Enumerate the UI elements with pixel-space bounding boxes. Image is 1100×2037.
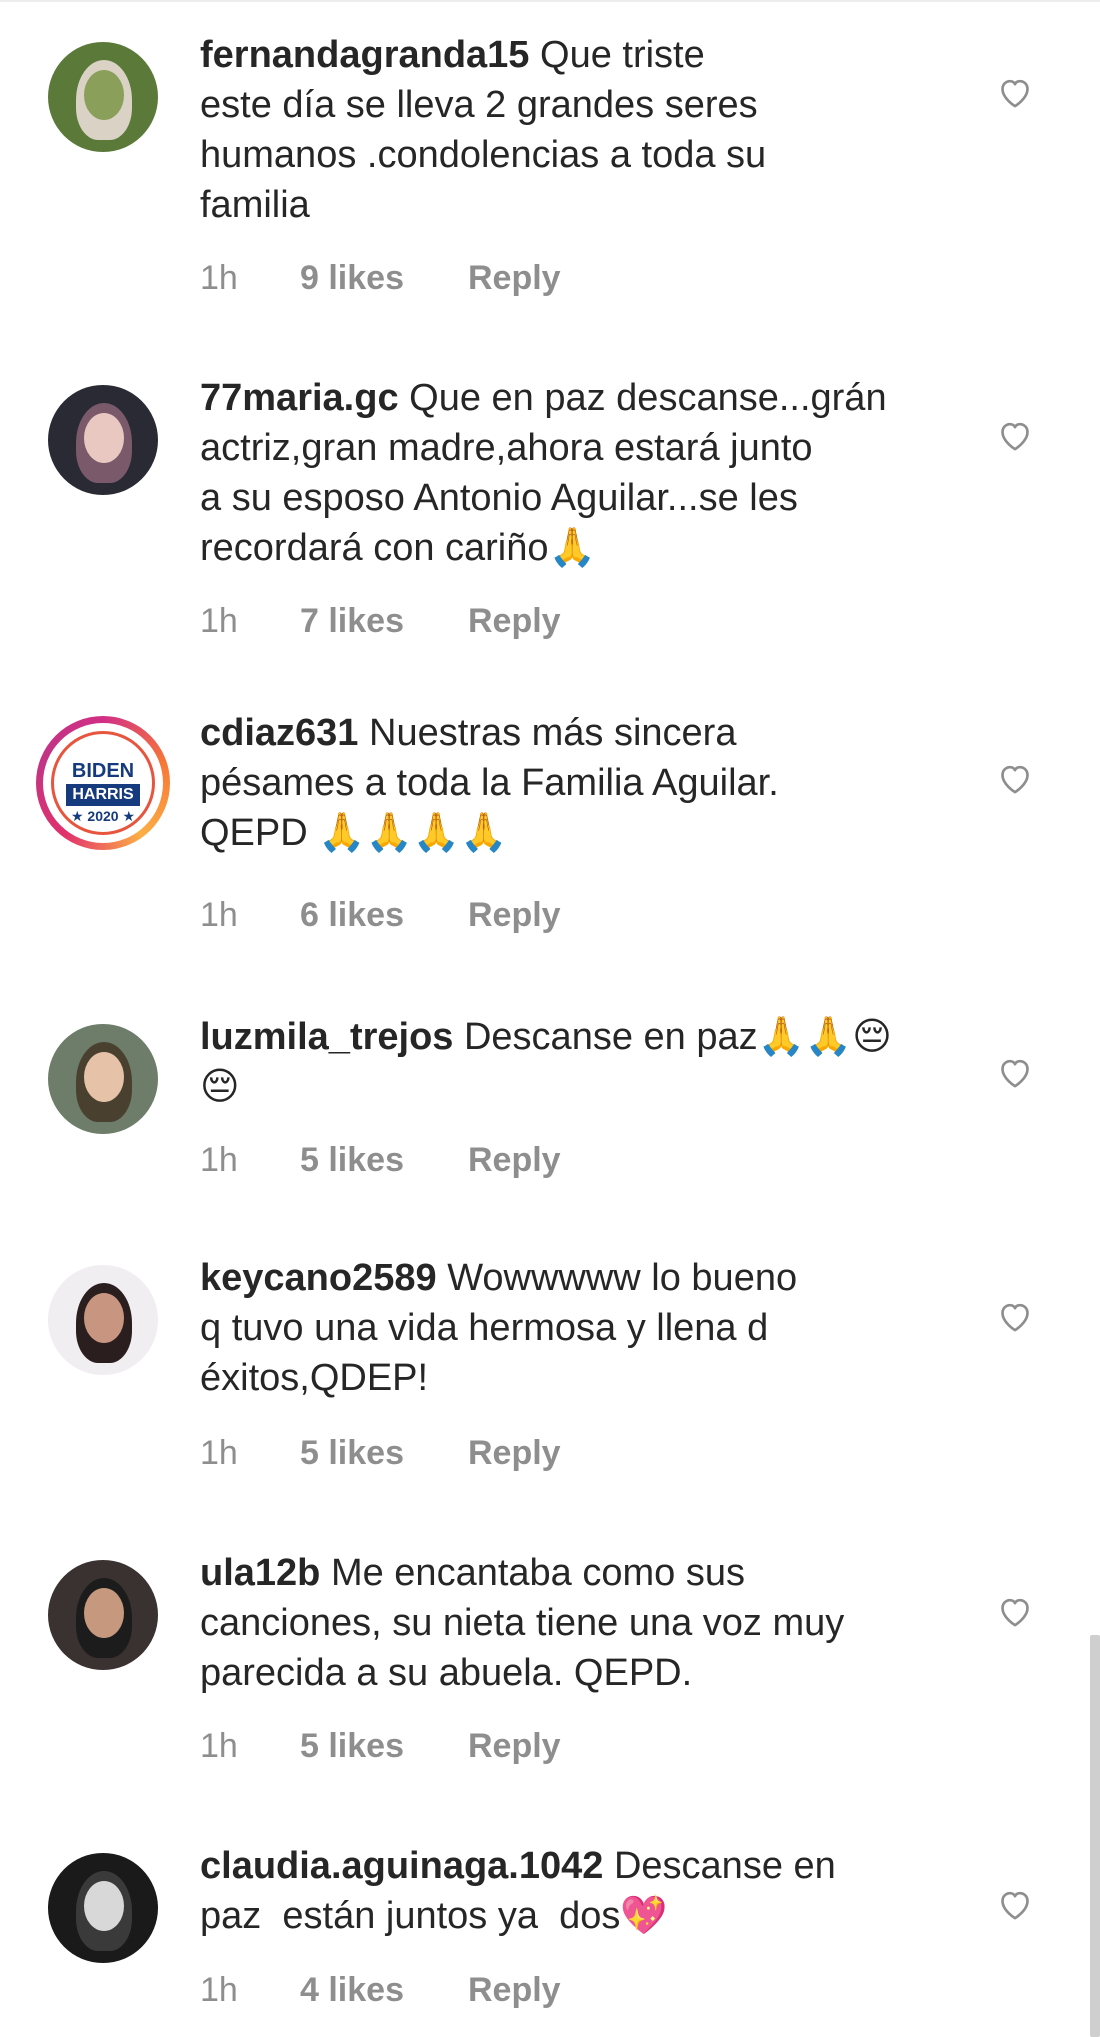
comment-username[interactable]: luzmila_trejos	[200, 1016, 453, 1058]
avatar-face-shape	[84, 70, 124, 120]
likes-count[interactable]: 4 likes	[300, 1971, 468, 2010]
avatar-face-shape	[84, 1052, 124, 1102]
comment-username[interactable]: keycano2589	[200, 1257, 437, 1299]
reply-button[interactable]: Reply	[468, 896, 561, 935]
likes-count[interactable]: 5 likes	[300, 1434, 468, 1473]
heart-outline-icon[interactable]	[995, 1884, 1035, 1924]
likes-count[interactable]: 7 likes	[300, 602, 468, 641]
heart-outline-icon[interactable]	[995, 1296, 1035, 1336]
comment-text: 77maria.gc Que en paz descanse...grán ac…	[200, 373, 960, 573]
scrollbar[interactable]	[1090, 1635, 1100, 2037]
comment-time: 1h	[200, 258, 238, 297]
top-divider	[0, 0, 1100, 2]
comment-username[interactable]: cdiaz631	[200, 712, 358, 754]
comment-meta: 1h 7 likes Reply	[200, 601, 561, 641]
likes-count[interactable]: 6 likes	[300, 896, 468, 935]
avatar[interactable]	[48, 1265, 158, 1375]
reply-button[interactable]: Reply	[468, 1141, 561, 1180]
comment-text: luzmila_trejos Descanse en paz🙏🙏😔 😔	[200, 1012, 960, 1112]
heart-outline-icon[interactable]	[995, 1052, 1035, 1092]
avatar-face-shape	[84, 1293, 124, 1343]
avatar-ring: BIDEN HARRIS ★ 2020 ★	[43, 723, 163, 843]
comment-text: fernandagranda15 Que triste este día se …	[200, 30, 960, 230]
reply-button[interactable]: Reply	[468, 1727, 561, 1766]
comment-meta: 1h 6 likes Reply	[200, 895, 561, 935]
comment-meta: 1h 5 likes Reply	[200, 1433, 561, 1473]
comment-time: 1h	[200, 1433, 238, 1472]
comment-text: ula12b Me encantaba como sus canciones, …	[200, 1548, 960, 1698]
avatar[interactable]	[48, 42, 158, 152]
reply-button[interactable]: Reply	[468, 1434, 561, 1473]
comment-username[interactable]: fernandagranda15	[200, 34, 529, 76]
reply-button[interactable]: Reply	[468, 1971, 561, 2010]
comment-time: 1h	[200, 1970, 238, 2009]
heart-outline-icon[interactable]	[995, 72, 1035, 112]
heart-outline-icon[interactable]	[995, 1591, 1035, 1631]
comment-meta: 1h 5 likes Reply	[200, 1726, 561, 1766]
comment-time: 1h	[200, 895, 238, 934]
comment-username[interactable]: ula12b	[200, 1552, 320, 1594]
badge-line1: BIDEN	[71, 760, 135, 782]
likes-count[interactable]: 9 likes	[300, 259, 468, 298]
comment-meta: 1h 9 likes Reply	[200, 258, 561, 298]
badge-line2: HARRIS	[66, 784, 140, 806]
comment-meta: 1h 4 likes Reply	[200, 1970, 561, 2010]
avatar-face-shape	[84, 413, 124, 463]
reply-button[interactable]: Reply	[468, 602, 561, 641]
avatar-face-shape	[84, 1881, 124, 1931]
avatar[interactable]	[48, 385, 158, 495]
comment-meta: 1h 5 likes Reply	[200, 1140, 561, 1180]
avatar[interactable]	[48, 1560, 158, 1670]
comment-time: 1h	[200, 1726, 238, 1765]
likes-count[interactable]: 5 likes	[300, 1727, 468, 1766]
avatar[interactable]	[48, 1024, 158, 1134]
comment-time: 1h	[200, 1140, 238, 1179]
comment-username[interactable]: claudia.aguinaga.1042	[200, 1845, 603, 1887]
comment-username[interactable]: 77maria.gc	[200, 377, 399, 419]
heart-outline-icon[interactable]	[995, 758, 1035, 798]
comment-text: cdiaz631 Nuestras más sincera pésames a …	[200, 708, 960, 858]
campaign-logo: BIDEN HARRIS ★ 2020 ★	[51, 731, 155, 835]
reply-button[interactable]: Reply	[468, 259, 561, 298]
avatar[interactable]: BIDEN HARRIS ★ 2020 ★	[36, 716, 170, 850]
avatar[interactable]	[48, 1853, 158, 1963]
comment-text: claudia.aguinaga.1042 Descanse en paz es…	[200, 1841, 960, 1941]
heart-outline-icon[interactable]	[995, 415, 1035, 455]
comment-time: 1h	[200, 601, 238, 640]
likes-count[interactable]: 5 likes	[300, 1141, 468, 1180]
avatar-face-shape	[84, 1588, 124, 1638]
comment-text: keycano2589 Wowwwww lo bueno q tuvo una …	[200, 1253, 960, 1403]
badge-line3: ★ 2020 ★	[70, 808, 136, 824]
